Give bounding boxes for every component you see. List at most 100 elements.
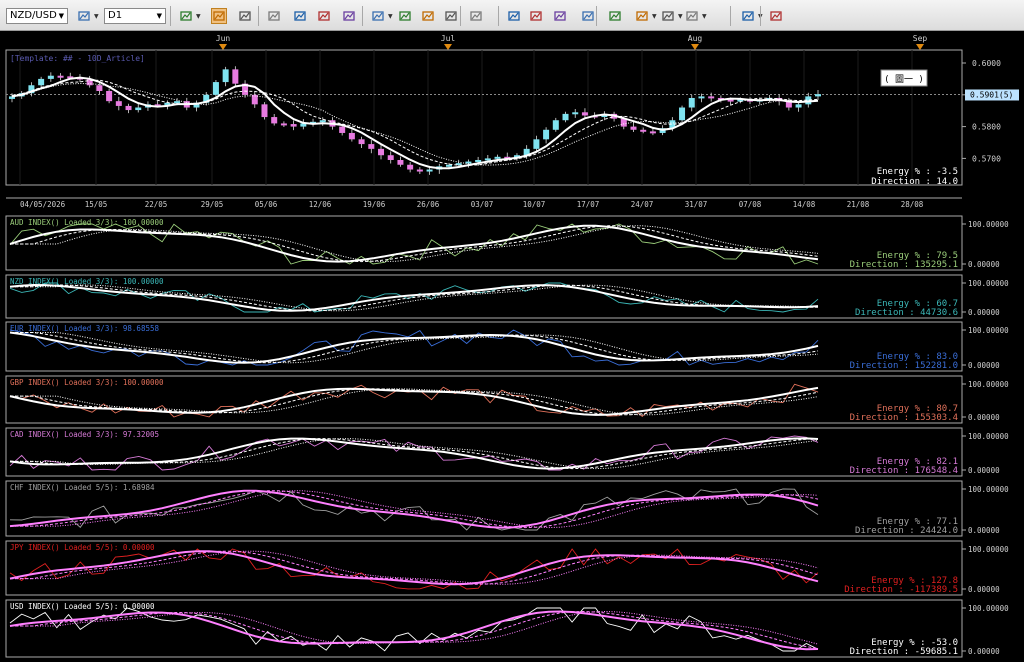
month-label: Aug	[688, 34, 703, 43]
candle-body[interactable]	[630, 126, 637, 130]
candle-body[interactable]	[174, 101, 181, 104]
picture-button[interactable]	[528, 8, 544, 24]
eraser-button[interactable]	[740, 8, 756, 24]
trendline-button[interactable]	[660, 8, 676, 24]
candle-body[interactable]	[261, 104, 268, 118]
pencil-button[interactable]	[506, 8, 522, 24]
line-chart-button[interactable]	[266, 8, 282, 24]
indicator-button[interactable]	[397, 8, 413, 24]
indicator-direction-label: Direction : 155303.4	[850, 413, 958, 423]
candle-body[interactable]	[212, 82, 219, 95]
candle-body[interactable]	[533, 139, 540, 149]
fan-button[interactable]	[580, 8, 596, 24]
candle-body[interactable]	[232, 69, 239, 84]
candle-body[interactable]	[378, 148, 385, 156]
lines-button[interactable]	[607, 8, 623, 24]
candle-body[interactable]	[96, 85, 103, 91]
symbol-select[interactable]: NZD/USD ▼	[6, 8, 68, 24]
candle-body[interactable]	[387, 155, 394, 160]
candle-body[interactable]	[815, 94, 821, 97]
candle-body[interactable]	[426, 169, 433, 172]
cursor-button[interactable]	[341, 8, 357, 24]
candle-body[interactable]	[445, 164, 452, 167]
indicator-direction-label: Direction : 24424.0	[855, 526, 958, 536]
shape-button[interactable]	[684, 8, 700, 24]
candle-body[interactable]	[416, 169, 423, 172]
network-button[interactable]	[768, 8, 784, 24]
indicator-panel[interactable]: 100.00000 0.00000 CHF INDEX() Loaded 5/5):…	[5, 480, 1009, 537]
candle-body[interactable]	[125, 105, 132, 111]
candle-body[interactable]	[407, 164, 414, 170]
indicator-panel[interactable]: 100.00000 0.00000 JPY INDEX() Loaded 5/5):…	[5, 540, 1009, 596]
toolbar-separator	[498, 6, 499, 26]
indicator-panel[interactable]: 100.00000 0.00000 NZD INDEX() Loaded 3/3):…	[5, 274, 1009, 319]
candle-body[interactable]	[106, 90, 113, 102]
candle-chart-button[interactable]	[237, 8, 253, 24]
candle-body[interactable]	[581, 112, 588, 116]
candle-body[interactable]	[280, 123, 287, 126]
chevron-down-icon[interactable]: ▼	[388, 13, 393, 20]
candle-body[interactable]	[222, 69, 229, 83]
globe-button[interactable]	[468, 8, 484, 24]
crosshair-button[interactable]	[370, 8, 386, 24]
indicator-panels[interactable]: 100.00000 0.00000 AUD INDEX() Loaded 3/3):…	[5, 215, 1009, 658]
candle-body[interactable]	[649, 131, 656, 134]
candle-body[interactable]	[339, 126, 346, 133]
chart-type-button[interactable]	[178, 8, 194, 24]
chart-canvas[interactable]: JunJulAugSep 0.60000.59000.58000.57000.5…	[0, 31, 1024, 658]
candle-body[interactable]	[57, 75, 64, 78]
note-button[interactable]	[420, 8, 436, 24]
candle-body[interactable]	[640, 129, 647, 132]
candle-body[interactable]	[679, 107, 686, 121]
indicator-scale-top: 100.00000	[968, 545, 1009, 554]
candle-body[interactable]	[494, 156, 501, 159]
candle-body[interactable]	[397, 159, 404, 165]
bar-chart-button[interactable]	[211, 8, 227, 24]
candle-body[interactable]	[271, 117, 278, 124]
indicator-scale-top: 100.00000	[968, 380, 1009, 389]
candle-body[interactable]	[484, 158, 491, 161]
zoom-out-button[interactable]	[316, 8, 332, 24]
chevron-down-icon[interactable]: ▼	[702, 13, 707, 20]
candle-body[interactable]	[708, 96, 715, 99]
chevron-down-icon[interactable]: ▼	[678, 13, 683, 20]
timeframe-select[interactable]: D1 ▼	[104, 8, 166, 24]
chevron-down-icon[interactable]: ▼	[196, 13, 201, 20]
candle-body[interactable]	[368, 144, 375, 149]
candle-body[interactable]	[572, 112, 579, 115]
indicator-direction-label: Direction : -59685.1	[850, 647, 958, 657]
date-label: 29/05	[201, 200, 224, 209]
candle-body[interactable]	[319, 120, 326, 123]
candle-body[interactable]	[562, 113, 569, 121]
candle-body[interactable]	[475, 159, 482, 162]
indicator-panel[interactable]: 100.00000 0.00000 AUD INDEX() Loaded 3/3):…	[5, 215, 1009, 271]
zoom-in-button[interactable]	[292, 8, 308, 24]
candle-body[interactable]	[543, 129, 550, 140]
indicator-panel[interactable]: 100.00000 0.00000 EUR INDEX() Loaded 3/3):…	[5, 321, 1009, 372]
indicator-panel[interactable]: 100.00000 0.00000 CAD INDEX() Loaded 3/3):…	[5, 427, 1009, 477]
price-panel[interactable]: 0.60000.59000.58000.57000.5901(5)[Templa…	[5, 49, 1019, 209]
candle-body[interactable]	[358, 139, 365, 145]
globe-icon	[470, 11, 482, 21]
arrow-button[interactable]	[634, 8, 650, 24]
candle-body[interactable]	[698, 96, 705, 99]
chevron-down-icon[interactable]: ▼	[652, 13, 657, 20]
candle-body[interactable]	[290, 124, 297, 127]
crosshair-icon	[372, 11, 384, 21]
chevron-down-icon[interactable]: ▼	[94, 13, 99, 20]
indicator-panel[interactable]: 100.00000 0.00000 USD INDEX() Loaded 5/5):…	[5, 599, 1009, 658]
toolbar-separator	[760, 6, 761, 26]
candle-body[interactable]	[348, 132, 355, 140]
objects-button[interactable]	[443, 8, 459, 24]
draw-tool-button[interactable]	[76, 8, 92, 24]
chart-area[interactable]: JunJulAugSep 0.60000.59000.58000.57000.5…	[0, 31, 1024, 658]
indicator-panel[interactable]: 100.00000 0.00000 GBP INDEX() Loaded 3/3):…	[5, 375, 1009, 424]
candle-body[interactable]	[552, 120, 559, 130]
candle-body[interactable]	[115, 101, 122, 106]
candle-body[interactable]	[688, 97, 695, 108]
candle-body[interactable]	[47, 75, 54, 79]
candle-body[interactable]	[135, 107, 142, 111]
candle-body[interactable]	[795, 104, 802, 108]
template-button[interactable]	[552, 8, 568, 24]
candle-body[interactable]	[38, 78, 45, 86]
